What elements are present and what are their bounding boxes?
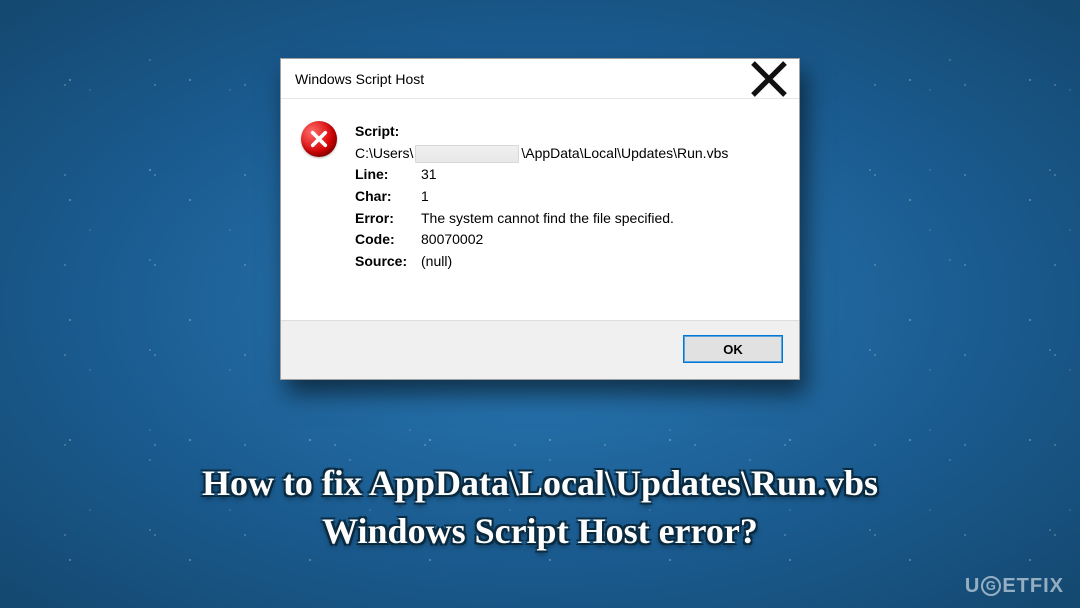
label-code: Code: [355, 229, 421, 251]
watermark-mid: G [981, 576, 1001, 596]
row-char: Char: 1 [355, 186, 728, 208]
watermark-post: ETFIX [1002, 575, 1064, 598]
dialog-body: Script: C:\Users\ \AppData\Local\Updates… [281, 99, 799, 320]
ok-button[interactable]: OK [683, 335, 783, 363]
dialog-footer: OK [281, 320, 799, 379]
watermark-logo: U G ETFIX [965, 575, 1064, 598]
path-suffix: \AppData\Local\Updates\Run.vbs [521, 143, 728, 165]
path-prefix: C:\Users\ [355, 143, 413, 165]
value-source: (null) [421, 251, 452, 273]
dialog-title: Windows Script Host [295, 71, 424, 87]
value-code: 80070002 [421, 229, 483, 251]
script-label: Script: [355, 121, 728, 143]
value-error: The system cannot find the file specifie… [421, 208, 674, 230]
row-source: Source: (null) [355, 251, 728, 273]
script-host-dialog: Windows Script Host Script: C:\Users\ \A… [280, 58, 800, 380]
row-code: Code: 80070002 [355, 229, 728, 251]
value-char: 1 [421, 186, 429, 208]
title-bar: Windows Script Host [281, 59, 799, 99]
page-caption: How to fix AppData\Local\Updates\Run.vbs… [0, 459, 1080, 556]
label-error: Error: [355, 208, 421, 230]
script-path: C:\Users\ \AppData\Local\Updates\Run.vbs [355, 143, 728, 165]
caption-line-1: How to fix AppData\Local\Updates\Run.vbs [30, 459, 1050, 508]
error-icon [301, 121, 337, 157]
redacted-username [415, 145, 519, 163]
error-details: Script: C:\Users\ \AppData\Local\Updates… [355, 121, 728, 310]
label-char: Char: [355, 186, 421, 208]
close-icon [749, 59, 789, 99]
label-source: Source: [355, 251, 421, 273]
value-line: 31 [421, 164, 437, 186]
watermark-pre: U [965, 575, 980, 598]
caption-line-2: Windows Script Host error? [30, 507, 1050, 556]
close-button[interactable] [749, 64, 789, 94]
label-line: Line: [355, 164, 421, 186]
row-error: Error: The system cannot find the file s… [355, 208, 728, 230]
row-line: Line: 31 [355, 164, 728, 186]
